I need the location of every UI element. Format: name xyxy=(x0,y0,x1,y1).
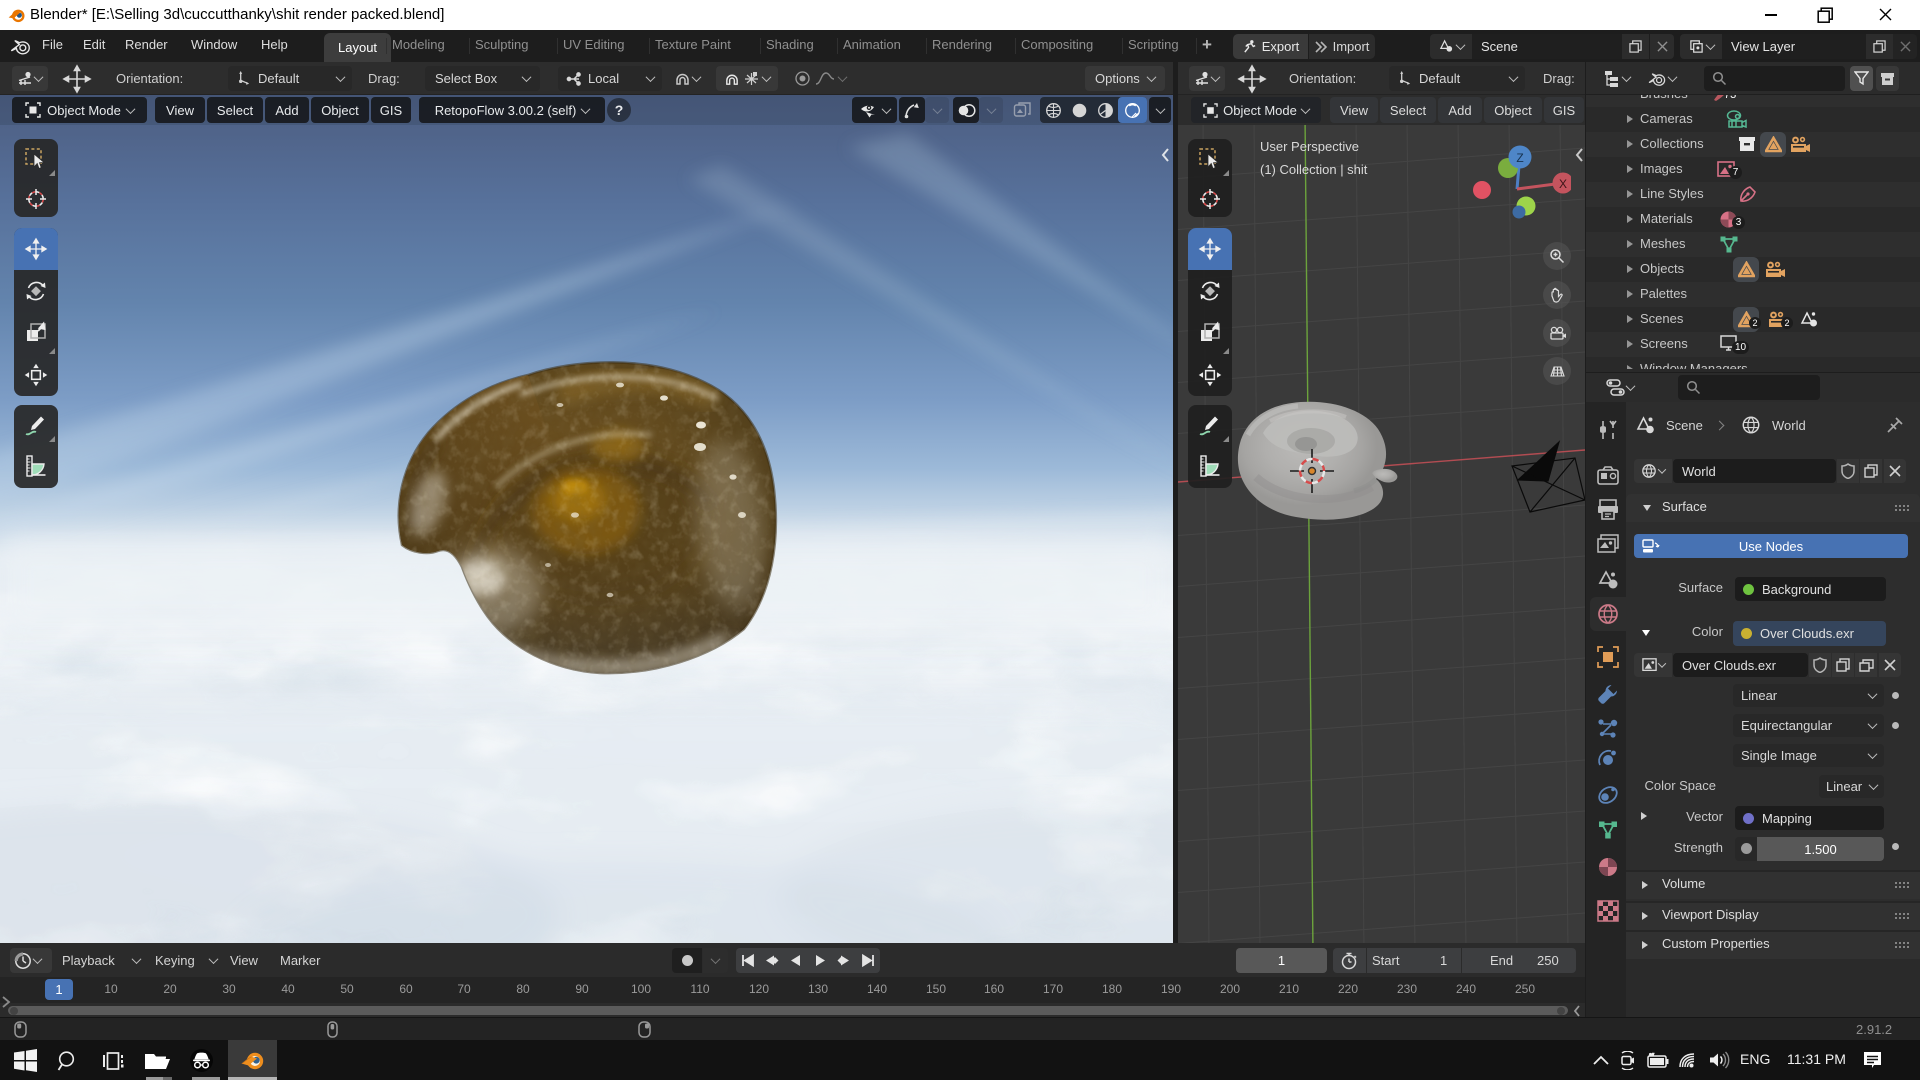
svg-text:Z: Z xyxy=(1516,151,1523,165)
svg-text:X: X xyxy=(1559,177,1567,191)
